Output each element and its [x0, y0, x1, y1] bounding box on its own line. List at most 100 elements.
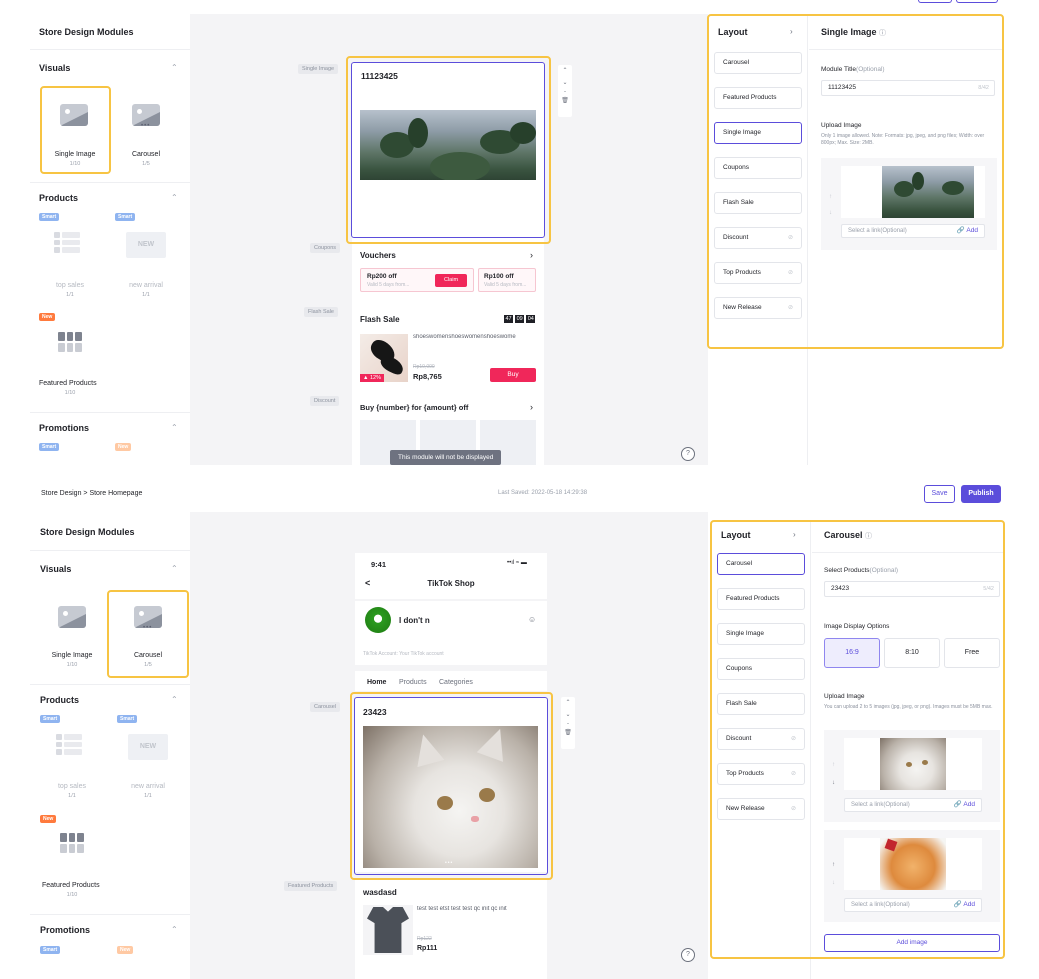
- section-promotions[interactable]: Promotions: [39, 423, 89, 433]
- section-visuals[interactable]: Visuals: [39, 63, 70, 73]
- selected-single-image-module[interactable]: [351, 62, 545, 238]
- featured-products-icon[interactable]: [58, 332, 82, 352]
- buy-button[interactable]: Buy: [490, 368, 536, 382]
- new-arrival-icon[interactable]: NEW: [128, 734, 168, 760]
- tab-products[interactable]: Products: [399, 679, 427, 686]
- move-down-icon[interactable]: ↓: [832, 780, 835, 786]
- module-title-input[interactable]: 11123425 8/42: [821, 80, 995, 96]
- selected-carousel-module[interactable]: [354, 697, 548, 875]
- chevron-up-icon[interactable]: ⌃: [171, 63, 178, 72]
- module-card-single-image[interactable]: Single Image 1/10: [36, 590, 108, 676]
- divider: [30, 49, 190, 50]
- vouchers-arrow-icon[interactable]: ›: [530, 250, 533, 260]
- move-down-icon[interactable]: ↓: [832, 880, 835, 886]
- hidden-eye-icon[interactable]: ⊘: [791, 799, 796, 819]
- section-products[interactable]: Products: [40, 695, 79, 705]
- voucher-card[interactable]: Rp100 off Valid 5 days from...: [478, 268, 536, 292]
- save-button[interactable]: Save: [924, 485, 955, 503]
- module-card-carousel[interactable]: ••• Carousel 1/5: [109, 590, 187, 676]
- help-icon[interactable]: ?: [681, 948, 695, 962]
- claim-button[interactable]: Claim: [435, 274, 467, 287]
- layout-item-top-products[interactable]: Top Products ⊘: [717, 763, 805, 785]
- layout-item-featured-products[interactable]: Featured Products: [717, 588, 805, 610]
- layout-item-carousel[interactable]: Carousel: [714, 52, 802, 74]
- layout-arrow-icon[interactable]: ›: [793, 530, 796, 539]
- layout-item-coupons[interactable]: Coupons: [714, 157, 802, 179]
- publish-button[interactable]: Publish: [961, 485, 1001, 503]
- top-publish-button-edge[interactable]: [956, 0, 998, 3]
- add-link-button[interactable]: 🔗 Add: [954, 899, 975, 911]
- top-sales-icon[interactable]: [54, 232, 80, 254]
- image-frame[interactable]: [841, 166, 985, 218]
- tab-home[interactable]: Home: [367, 679, 386, 686]
- hidden-eye-icon[interactable]: ⊘: [788, 263, 793, 283]
- chevron-up-icon[interactable]: ⌃: [171, 423, 178, 432]
- move-down-icon[interactable]: ⌄: [558, 77, 572, 89]
- layout-item-flash-sale[interactable]: Flash Sale: [714, 192, 802, 214]
- section-products[interactable]: Products: [39, 193, 78, 203]
- add-link-button[interactable]: 🔗 Add: [954, 799, 975, 811]
- delete-icon[interactable]: 🗑: [561, 727, 575, 739]
- last-saved: Last Saved: 2022-05-18 14:29:38: [498, 490, 588, 496]
- hidden-eye-icon[interactable]: ⊘: [791, 764, 796, 784]
- discount-arrow-icon[interactable]: ›: [530, 402, 533, 412]
- voucher-card[interactable]: Rp200 off Valid 5 days from... Claim: [360, 268, 474, 292]
- move-up-icon[interactable]: ⌃: [558, 65, 572, 77]
- chevron-up-icon[interactable]: ⌃: [171, 564, 178, 573]
- module-card-single-image[interactable]: Single Image 1/10: [40, 86, 110, 172]
- layout-item-flash-sale[interactable]: Flash Sale: [717, 693, 805, 715]
- move-up-icon[interactable]: ↑: [832, 762, 835, 768]
- shop-title: TikTok Shop: [427, 579, 475, 588]
- info-icon[interactable]: ⓘ: [879, 30, 886, 37]
- layout-item-discount[interactable]: Discount ⊘: [714, 227, 802, 249]
- layout-item-single-image[interactable]: Single Image: [714, 122, 802, 144]
- option-16-9[interactable]: 16:9: [824, 638, 880, 668]
- layout-item-new-release[interactable]: New Release ⊘: [714, 297, 802, 319]
- smile-icon[interactable]: ☺: [528, 615, 536, 624]
- section-promotions[interactable]: Promotions: [40, 925, 90, 935]
- add-link-button[interactable]: 🔗 Add: [957, 225, 978, 237]
- move-down-icon[interactable]: ↓: [829, 210, 832, 216]
- move-up-icon[interactable]: ↑: [832, 862, 835, 868]
- add-image-button[interactable]: Add image: [824, 934, 1000, 952]
- card-count: 1/5: [142, 161, 150, 167]
- link-input[interactable]: Select a link(Optional) 🔗 Add: [841, 224, 985, 238]
- help-icon[interactable]: ?: [681, 447, 695, 461]
- top-save-button-edge[interactable]: [918, 0, 952, 3]
- move-down-icon[interactable]: ⌄: [561, 709, 575, 721]
- info-icon[interactable]: ⓘ: [865, 533, 872, 540]
- new-arrival-icon[interactable]: NEW: [126, 232, 166, 258]
- tab-categories[interactable]: Categories: [439, 679, 473, 686]
- chevron-up-icon[interactable]: ⌃: [171, 193, 178, 202]
- flash-product-name: shoeswomenshoeswomenshoeswome: [413, 334, 516, 340]
- section-visuals[interactable]: Visuals: [40, 564, 71, 574]
- hidden-eye-icon[interactable]: ⊘: [788, 228, 793, 248]
- breadcrumb[interactable]: Store Design > Store Homepage: [41, 490, 142, 497]
- layout-item-single-image[interactable]: Single Image: [717, 623, 805, 645]
- module-card-carousel[interactable]: ••• Carousel 1/5: [110, 86, 182, 172]
- modules-panel-bottom: Store Design Modules Visuals ⌃ Single Im…: [30, 512, 190, 979]
- option-8-10[interactable]: 8:10: [884, 638, 940, 668]
- select-products-input[interactable]: 23423 5/42: [824, 581, 1000, 597]
- option-free[interactable]: Free: [944, 638, 1000, 668]
- hidden-eye-icon[interactable]: ⊘: [788, 298, 793, 318]
- layout-item-discount[interactable]: Discount ⊘: [717, 728, 805, 750]
- image-frame[interactable]: [844, 738, 982, 790]
- link-input[interactable]: Select a link(Optional) 🔗 Add: [844, 898, 982, 912]
- layout-item-top-products[interactable]: Top Products ⊘: [714, 262, 802, 284]
- featured-products-icon[interactable]: [60, 833, 84, 853]
- layout-arrow-icon[interactable]: ›: [790, 27, 793, 36]
- hidden-eye-icon[interactable]: ⊘: [791, 729, 796, 749]
- layout-item-featured-products[interactable]: Featured Products: [714, 87, 802, 109]
- image-frame[interactable]: [844, 838, 982, 890]
- layout-item-coupons[interactable]: Coupons: [717, 658, 805, 680]
- layout-item-new-release[interactable]: New Release ⊘: [717, 798, 805, 820]
- move-up-icon[interactable]: ⌃: [561, 697, 575, 709]
- top-sales-icon[interactable]: [56, 734, 82, 756]
- delete-icon[interactable]: 🗑: [558, 95, 572, 107]
- chevron-up-icon[interactable]: ⌃: [171, 925, 178, 934]
- link-input[interactable]: Select a link(Optional) 🔗 Add: [844, 798, 982, 812]
- layout-item-carousel[interactable]: Carousel: [717, 553, 805, 575]
- move-up-icon[interactable]: ↑: [829, 194, 832, 200]
- chevron-up-icon[interactable]: ⌃: [171, 695, 178, 704]
